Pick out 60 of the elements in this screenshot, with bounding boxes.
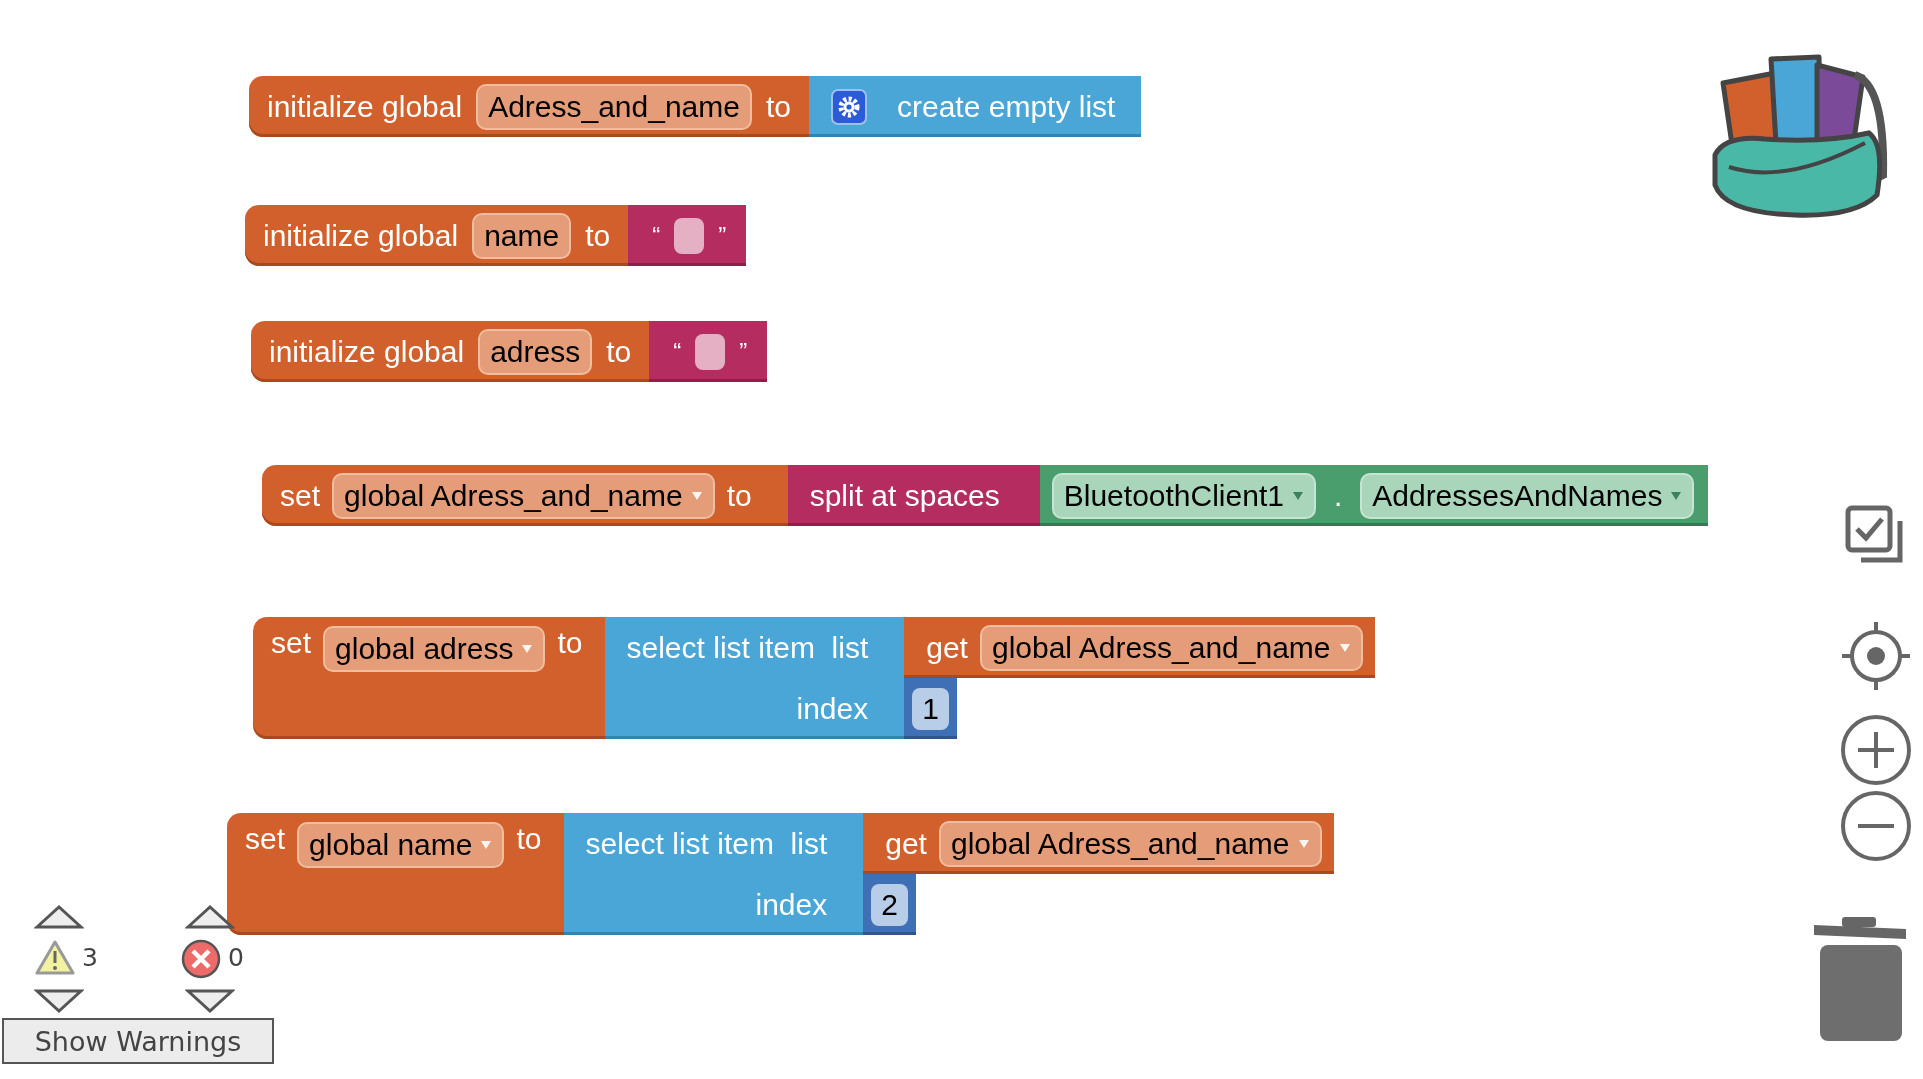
next-warning-arrow-icon[interactable]	[34, 988, 84, 1014]
dropdown-arrow-icon	[1291, 490, 1304, 501]
variable-dropdown[interactable]: global adress	[323, 626, 546, 672]
warning-count: 3	[82, 943, 98, 972]
variable-dropdown[interactable]: global Adress_and_name	[332, 472, 715, 519]
block-label: set	[245, 822, 286, 856]
quote-mark: “	[652, 221, 661, 250]
quote-mark: “	[673, 337, 682, 366]
block-label: to	[516, 822, 542, 856]
block-label: set	[271, 626, 312, 660]
number-field[interactable]: 1	[912, 687, 949, 730]
variable-name-field[interactable]: adress	[478, 328, 593, 375]
recenter-icon[interactable]	[1840, 620, 1912, 692]
quote-mark: ”	[718, 221, 727, 250]
block-label: get	[885, 826, 927, 861]
block-label: to	[765, 89, 791, 124]
block-label: index	[796, 691, 869, 726]
previous-error-arrow-icon[interactable]	[185, 904, 235, 930]
variable-dropdown[interactable]: AddressesAndNames	[1360, 472, 1695, 519]
block-label: split at spaces	[809, 478, 1000, 513]
variable-dropdown[interactable]: global Adress_and_name	[938, 820, 1322, 867]
variable-name-field[interactable]: name	[472, 212, 572, 259]
variable-dropdown[interactable]: global name	[297, 822, 505, 868]
variable-dropdown[interactable]: BluetoothClient1	[1051, 472, 1316, 519]
block-label: create empty list	[897, 89, 1116, 124]
dropdown-arrow-icon	[1338, 642, 1351, 653]
dot-separator: .	[1333, 478, 1343, 513]
error-count: 0	[228, 943, 244, 972]
variable-dropdown[interactable]: global Adress_and_name	[979, 624, 1363, 671]
show-warnings-button[interactable]: Show Warnings	[2, 1018, 274, 1064]
zoom-out-icon[interactable]	[1840, 790, 1912, 862]
block-label: index	[755, 887, 828, 922]
variable-name-field[interactable]: Adress_and_name	[476, 83, 752, 130]
block-label: to	[726, 478, 752, 513]
number-field[interactable]: 2	[871, 883, 908, 926]
quote-mark: ”	[739, 337, 748, 366]
block-label: to	[585, 218, 611, 253]
block-label: get	[926, 630, 968, 665]
block-label: set	[280, 478, 321, 513]
trash-icon[interactable]	[1812, 915, 1908, 1043]
zoom-in-icon[interactable]	[1840, 714, 1912, 786]
dropdown-arrow-icon	[480, 840, 493, 850]
empty-text-field[interactable]	[695, 333, 726, 370]
next-error-arrow-icon[interactable]	[185, 988, 235, 1014]
dropdown-arrow-icon	[1297, 838, 1310, 849]
block-label: initialize global	[269, 334, 465, 369]
warning-icon	[35, 940, 75, 976]
block-label: select list item list	[585, 826, 828, 861]
block-label: to	[606, 334, 632, 369]
block-label: initialize global	[267, 89, 463, 124]
dropdown-arrow-icon	[521, 644, 534, 654]
block-label: select list item list	[626, 630, 869, 665]
empty-text-field[interactable]	[674, 217, 705, 254]
previous-warning-arrow-icon[interactable]	[34, 904, 84, 930]
gear-icon[interactable]	[831, 88, 867, 125]
block-label: to	[557, 626, 583, 660]
error-icon	[181, 939, 221, 979]
dropdown-arrow-icon	[1670, 490, 1683, 501]
block-label: initialize global	[263, 218, 459, 253]
dropdown-arrow-icon	[690, 490, 703, 501]
